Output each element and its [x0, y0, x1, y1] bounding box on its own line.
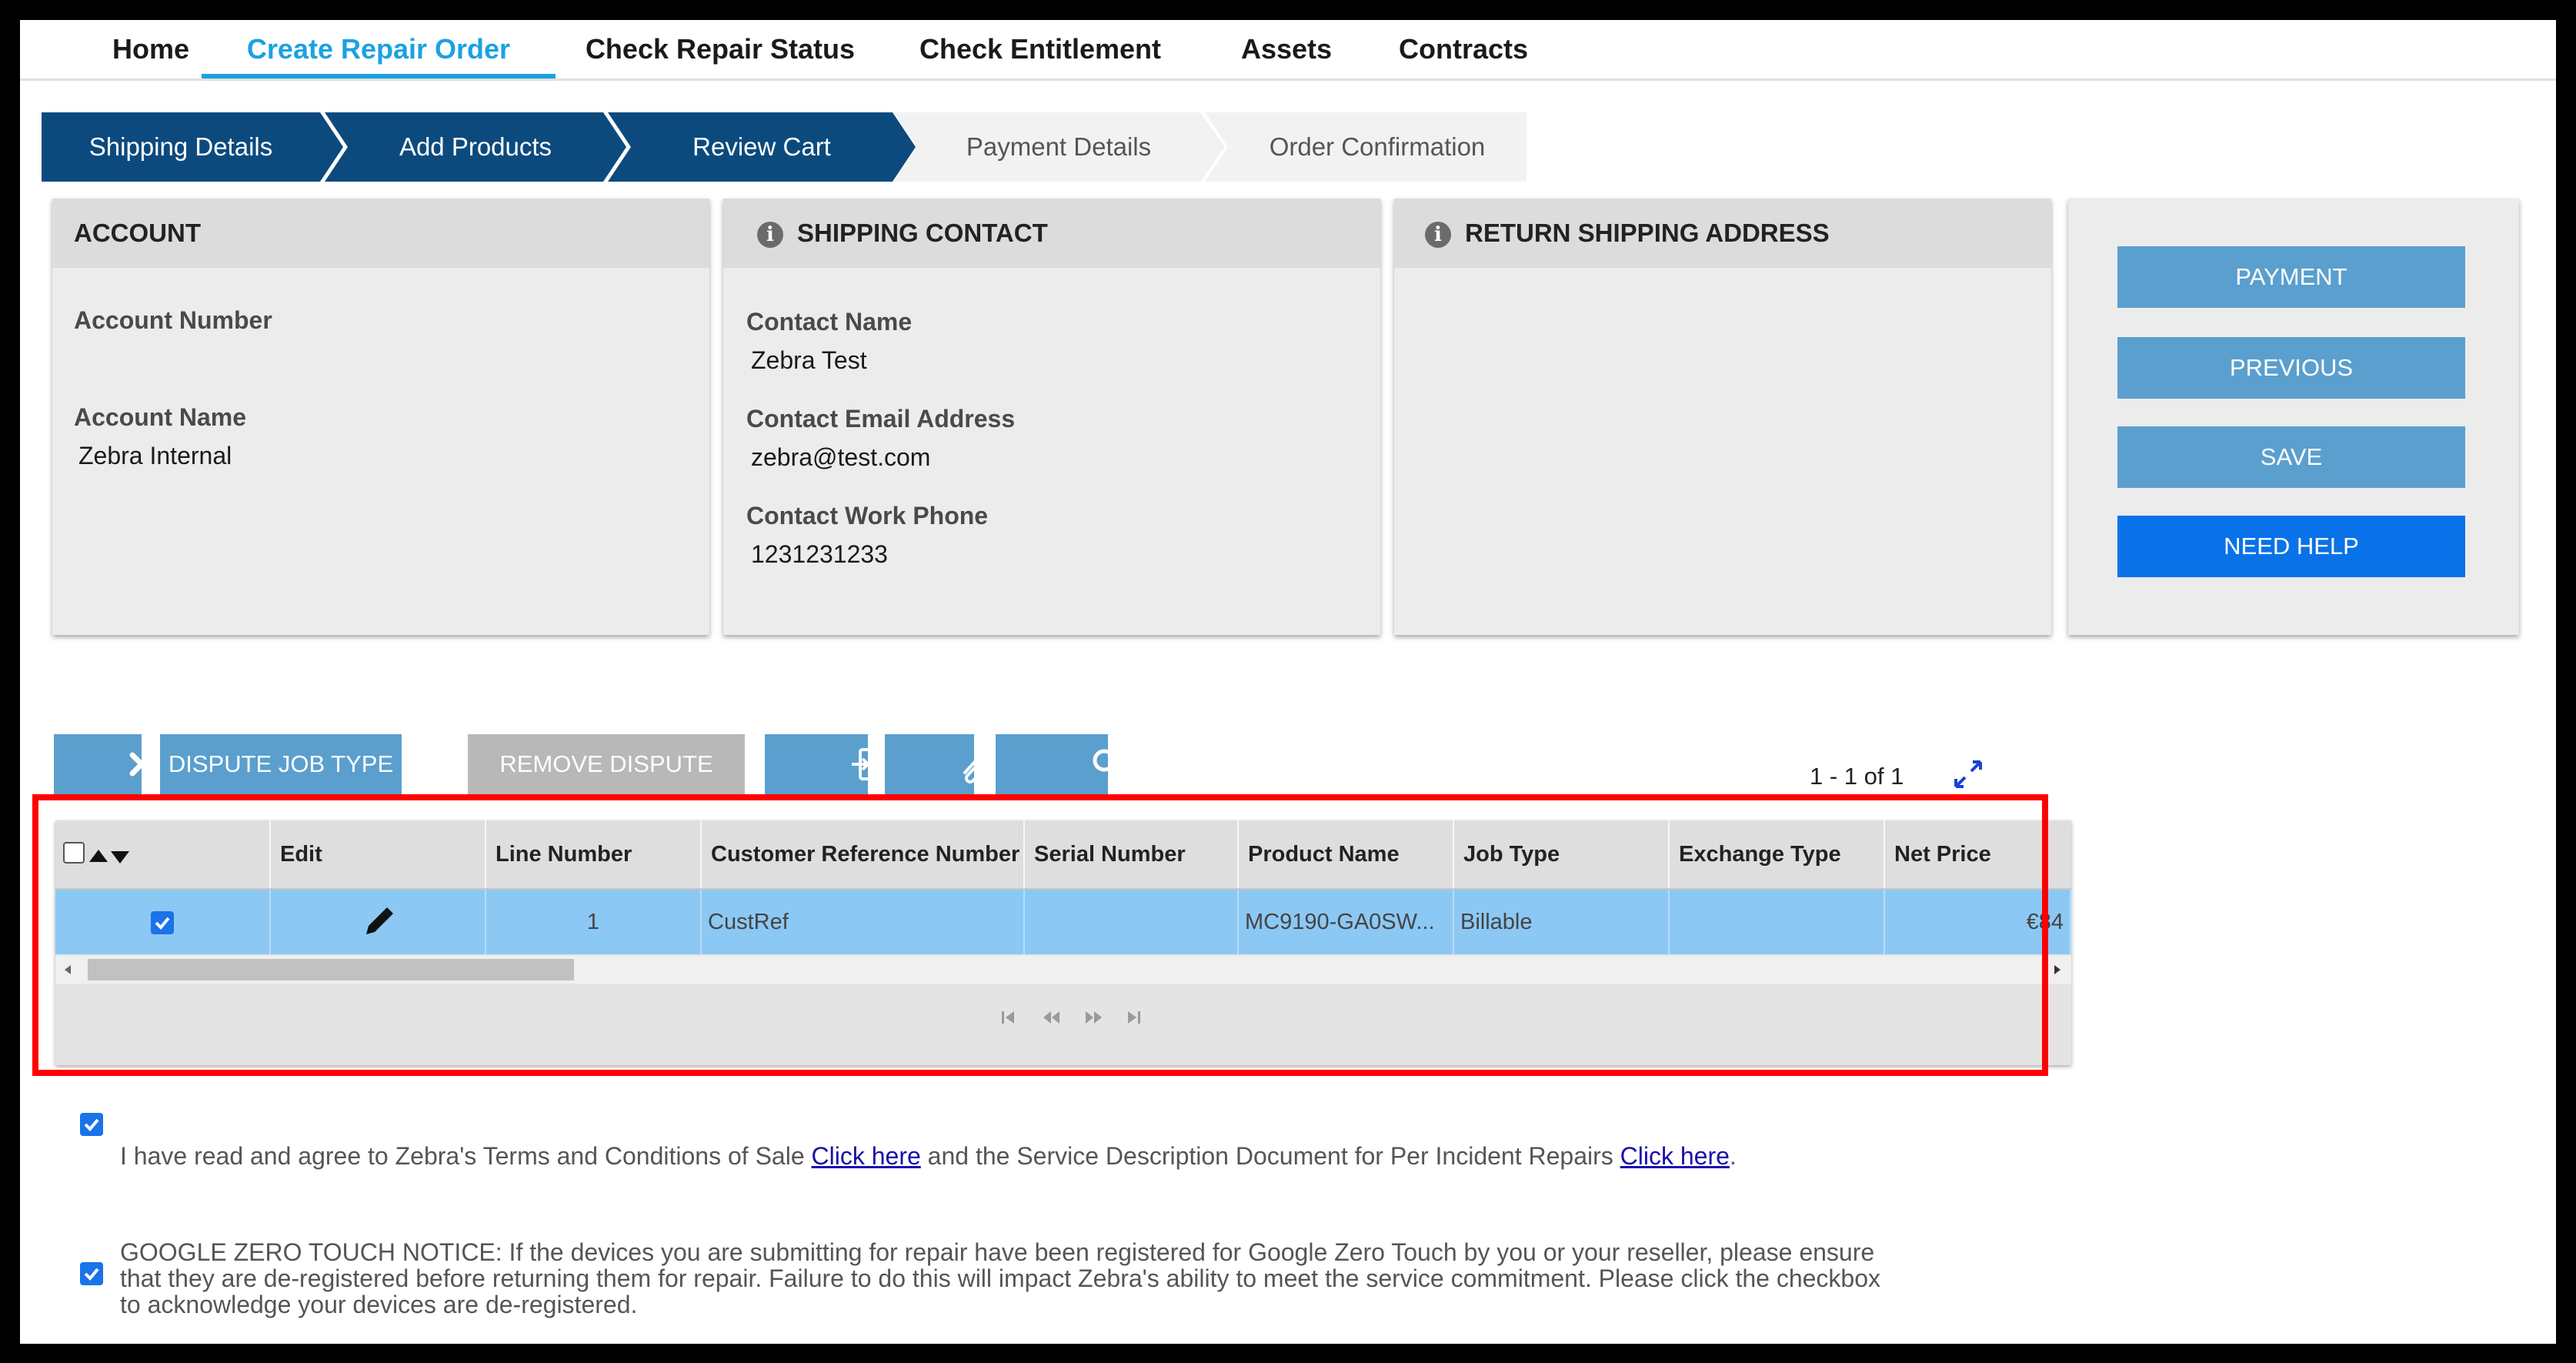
terms-text: I have read and agree to Zebra's Terms a…	[120, 1142, 1737, 1170]
contact-name-label: Contact Name	[746, 308, 913, 336]
tab-check-repair-status[interactable]: Check Repair Status	[566, 20, 874, 79]
terms-checkbox[interactable]	[80, 1113, 103, 1136]
previous-button[interactable]: PREVIOUS	[2117, 337, 2465, 399]
contact-phone-value: 1231231233	[751, 540, 888, 568]
action-panel: PAYMENT PREVIOUS SAVE NEED HELP	[2068, 199, 2519, 635]
tab-assets[interactable]: Assets	[1210, 20, 1363, 79]
payment-button[interactable]: PAYMENT	[2117, 246, 2465, 308]
save-button[interactable]: SAVE	[2117, 426, 2465, 488]
need-help-button[interactable]: NEED HELP	[2117, 516, 2465, 577]
contact-phone-label: Contact Work Phone	[746, 502, 989, 529]
step-payment-details: Payment Details	[894, 112, 1225, 182]
step-review-cart[interactable]: Review Cart	[608, 112, 916, 182]
tab-check-entitlement[interactable]: Check Entitlement	[894, 20, 1186, 79]
account-number-label: Account Number	[74, 306, 272, 334]
shipping-contact-panel: i SHIPPING CONTACT Contact Name Zebra Te…	[723, 199, 1380, 635]
step-order-confirmation: Order Confirmation	[1205, 112, 1527, 182]
return-address-panel: i RETURN SHIPPING ADDRESS	[1394, 199, 2051, 635]
zero-touch-checkbox[interactable]	[80, 1262, 103, 1285]
tab-contracts[interactable]: Contracts	[1371, 20, 1556, 79]
shipping-contact-title: SHIPPING CONTACT	[797, 219, 1048, 247]
dispute-job-type-button[interactable]: DISPUTE JOB TYPE	[160, 734, 402, 794]
top-navigation: Home Create Repair Order Check Repair St…	[20, 20, 2556, 81]
contact-email-value: zebra@test.com	[751, 443, 931, 471]
step-shipping-details[interactable]: Shipping Details	[42, 112, 343, 182]
terms-link[interactable]: Click here	[812, 1142, 921, 1170]
zero-touch-notice: GOOGLE ZERO TOUCH NOTICE: If the devices…	[120, 1238, 1881, 1318]
contact-name-value: Zebra Test	[751, 346, 867, 374]
checkout-stepper: Shipping Details Add Products Review Car…	[42, 112, 1527, 182]
info-icon[interactable]: i	[757, 222, 783, 248]
search-icon	[1093, 749, 1122, 778]
delete-button[interactable]	[54, 734, 154, 794]
contact-email-label: Contact Email Address	[746, 405, 1016, 433]
info-icon[interactable]: i	[1425, 222, 1451, 248]
attach-button[interactable]	[885, 734, 992, 794]
scroll-right-icon[interactable]	[2051, 964, 2064, 976]
account-name-label: Account Name	[74, 403, 247, 431]
tab-create-repair-order[interactable]: Create Repair Order	[202, 20, 556, 79]
account-panel: ACCOUNT Account Number Account Name Zebr…	[52, 199, 709, 635]
return-address-title: RETURN SHIPPING ADDRESS	[1465, 219, 1830, 247]
account-name-value: Zebra Internal	[78, 442, 232, 469]
pager-count: 1 - 1 of 1	[1810, 763, 1904, 790]
export-button[interactable]	[765, 734, 882, 794]
service-description-link[interactable]: Click here	[1620, 1142, 1730, 1170]
search-button[interactable]	[996, 734, 1122, 794]
step-add-products[interactable]: Add Products	[325, 112, 626, 182]
remove-dispute-button[interactable]: REMOVE DISPUTE	[468, 734, 745, 794]
repair-order-page: Home Create Repair Order Check Repair St…	[20, 20, 2556, 1344]
account-title: ACCOUNT	[74, 219, 201, 247]
highlight-box	[32, 794, 2048, 1076]
expand-icon[interactable]	[1951, 757, 1985, 791]
